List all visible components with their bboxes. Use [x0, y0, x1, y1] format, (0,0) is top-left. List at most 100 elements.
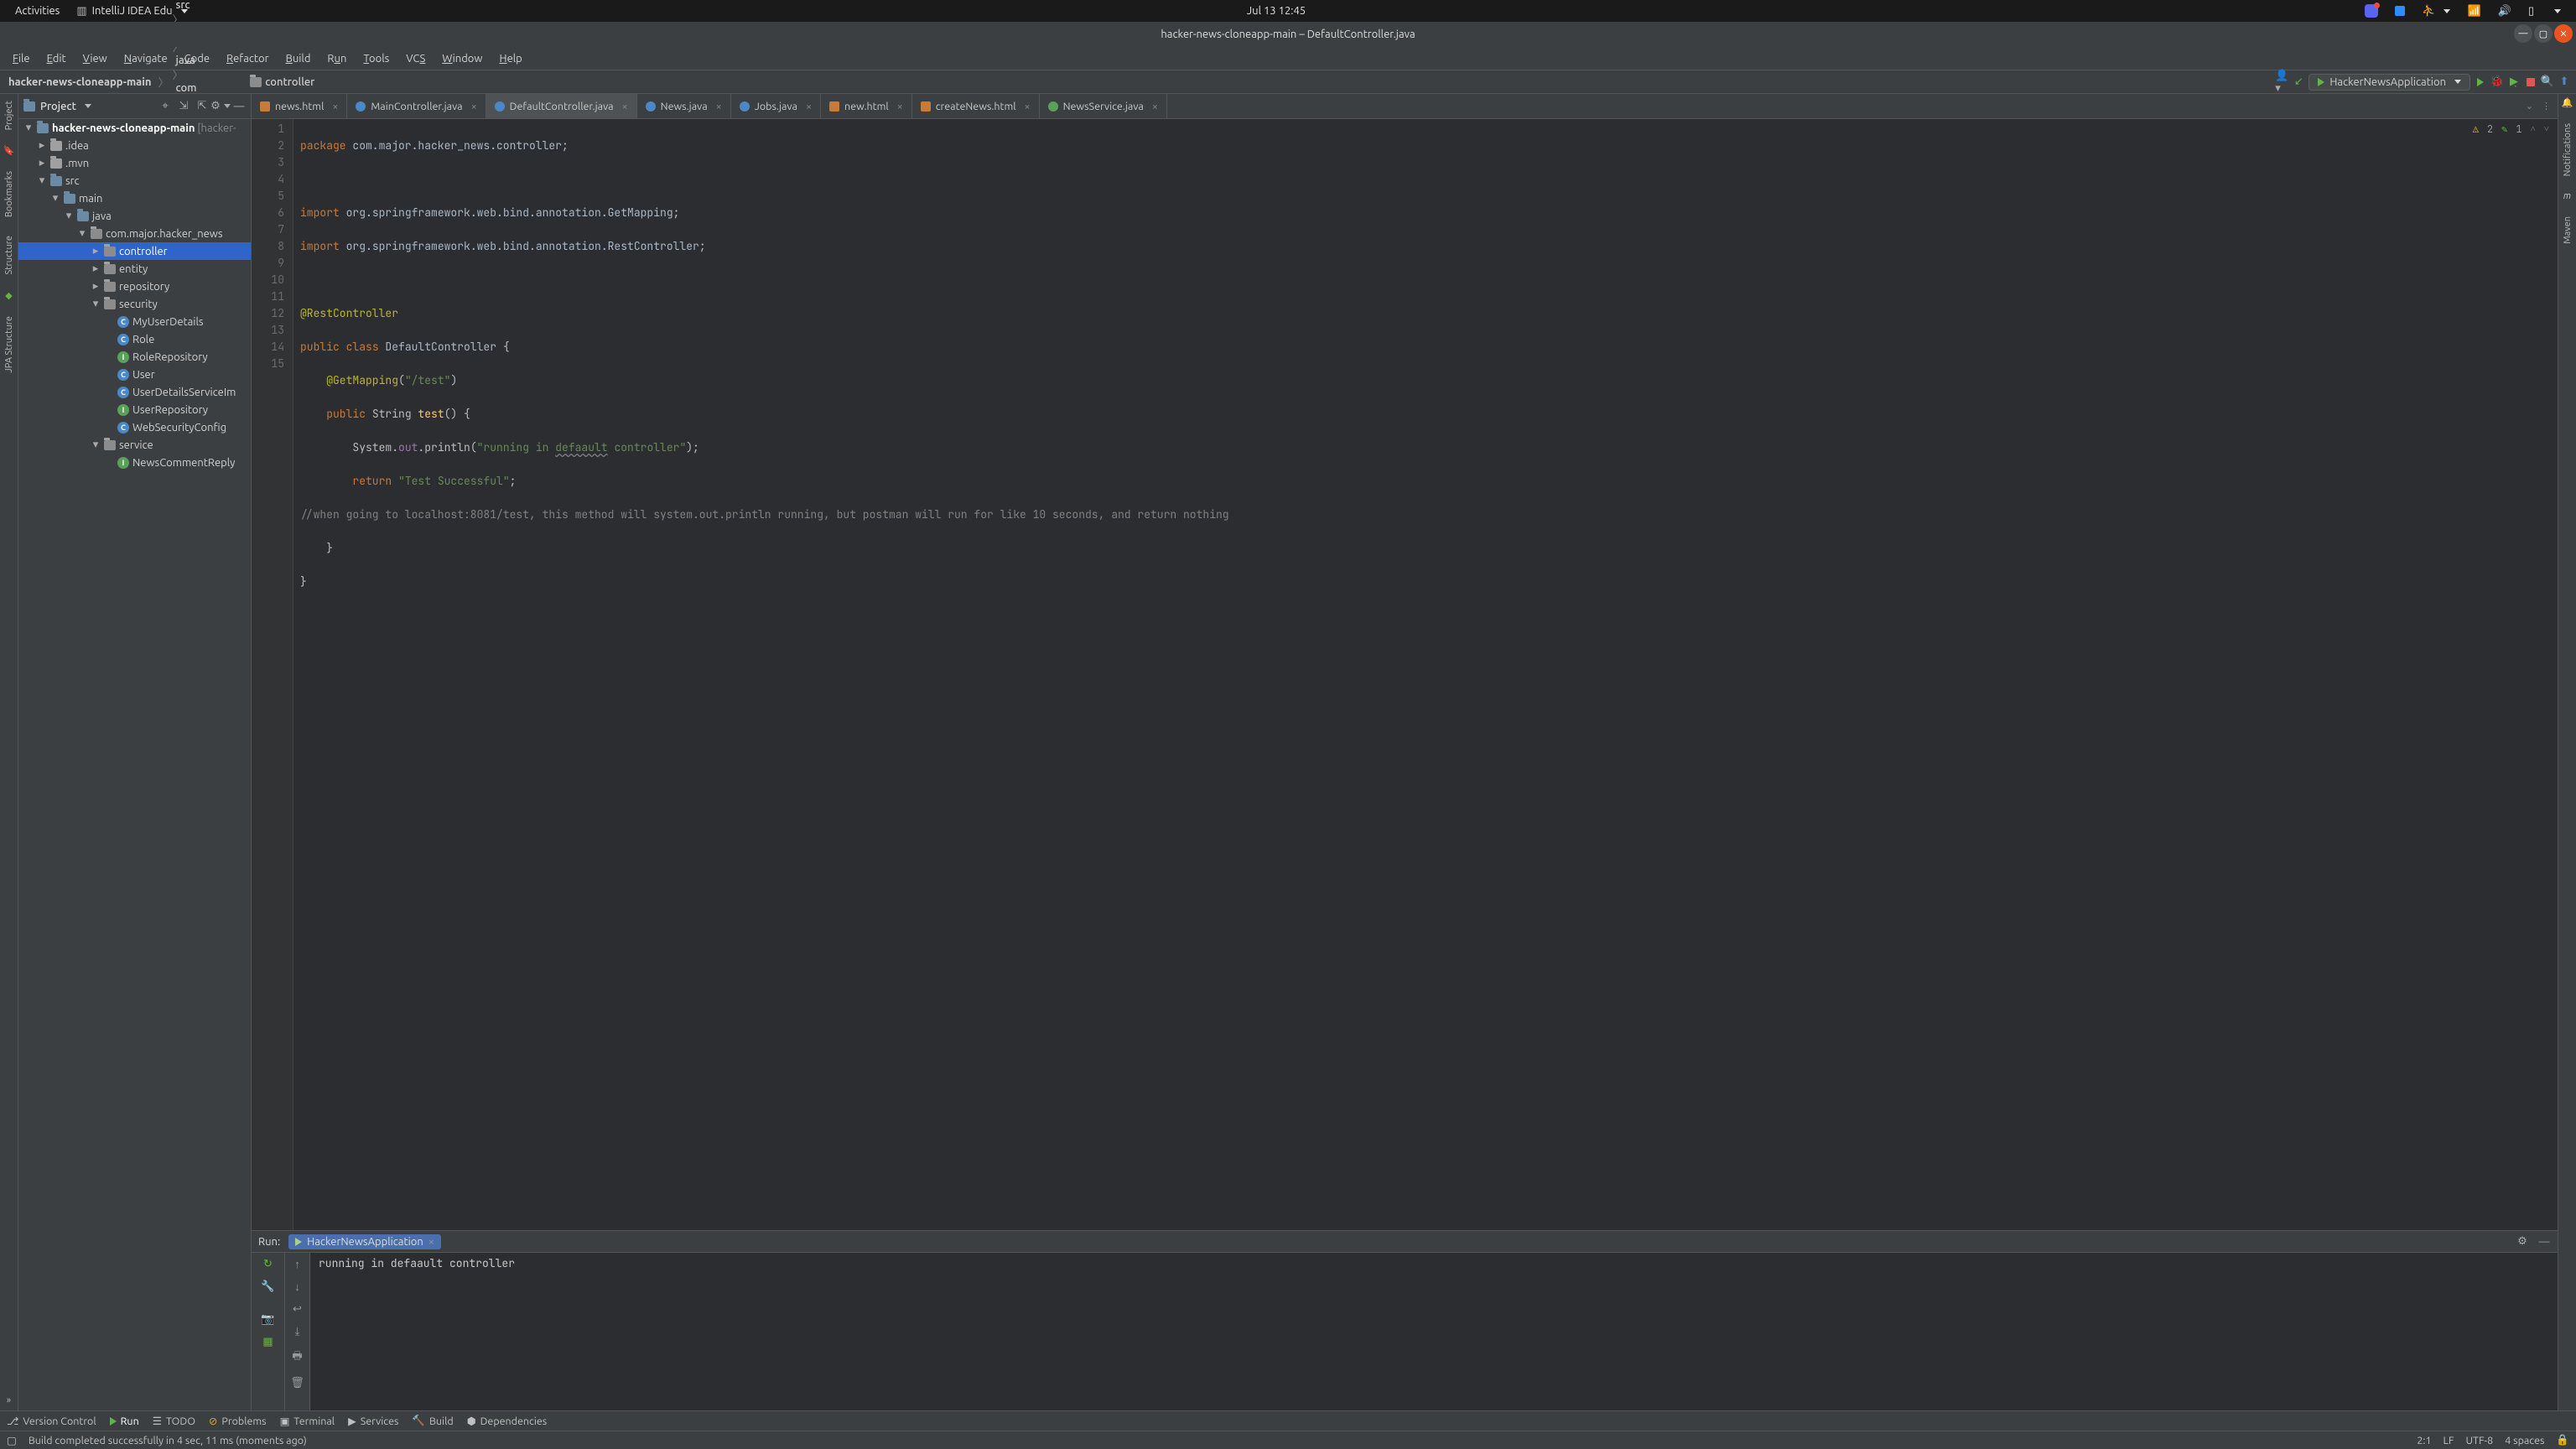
chevron-down-icon[interactable]: ▾ [37, 174, 47, 187]
breadcrumb-part[interactable]: src [172, 0, 243, 11]
tray-zoom-icon[interactable] [2386, 6, 2413, 16]
tool-todo[interactable]: ☰TODO [153, 1415, 195, 1427]
run-settings-icon[interactable]: ⚙ [2516, 1235, 2529, 1249]
close-tab-icon[interactable]: × [716, 101, 722, 112]
tray-battery-icon[interactable]: ▯ [2520, 5, 2542, 18]
tool-problems[interactable]: ⊘Problems [209, 1415, 267, 1427]
tree-row[interactable]: C WebSecurityConfig [18, 418, 251, 436]
inspection-widget[interactable]: ⚠2 ✎1 ˄ ˅ [2473, 122, 2549, 136]
close-tab-icon[interactable]: × [332, 101, 338, 112]
code-editor[interactable]: 123456789101112131415 package com.major.… [252, 119, 2558, 1230]
close-tab-icon[interactable]: × [428, 1236, 434, 1248]
tree-row[interactable]: I UserRepository [18, 401, 251, 418]
breadcrumb-part[interactable]: com [172, 82, 243, 94]
tree-row[interactable]: ▾ src [18, 172, 251, 190]
close-tab-icon[interactable]: × [1152, 101, 1158, 112]
collapse-all-icon[interactable]: ⇱ [195, 100, 209, 113]
select-opened-file-icon[interactable]: ⌖ [158, 100, 172, 113]
tree-row[interactable]: ▸ controller [18, 242, 251, 260]
tree-row[interactable]: ▸ repository [18, 278, 251, 295]
debug-button[interactable]: 🐞 [2490, 75, 2504, 89]
menu-run[interactable]: Run [319, 50, 354, 67]
layout-icon[interactable]: ▦ [262, 1336, 273, 1348]
status-lock-icon[interactable]: 🔒 [2556, 1434, 2569, 1446]
hide-panel-icon[interactable]: — [232, 100, 246, 113]
clear-icon[interactable]: 🗑 [290, 1377, 304, 1389]
prev-highlight-icon[interactable]: ˄ [2531, 123, 2536, 135]
menu-tools[interactable]: Tools [356, 50, 397, 67]
dump-threads-icon[interactable]: 📷 [261, 1313, 274, 1326]
tool-services[interactable]: ▶Services [348, 1415, 398, 1427]
tree-row[interactable]: ▾ security [18, 295, 251, 313]
menu-navigate[interactable]: Navigate [117, 50, 175, 67]
chevron-right-icon[interactable]: ▸ [91, 280, 101, 293]
tray-accessibility-icon[interactable]: ⛹ [2413, 5, 2459, 18]
run-settings2-icon[interactable]: 🔧 [261, 1280, 274, 1293]
hide-run-icon[interactable]: — [2537, 1235, 2551, 1249]
chevron-right-icon[interactable]: ▸ [37, 139, 47, 152]
tree-row[interactable]: ▾ hacker-news-cloneapp-main [hacker- [18, 119, 251, 137]
tray-discord-icon[interactable] [2356, 4, 2386, 18]
status-tool-windows-icon[interactable]: ▢ [7, 1434, 17, 1446]
tool-dependencies[interactable]: ⬢Dependencies [467, 1415, 548, 1427]
tray-system-menu[interactable] [2542, 9, 2569, 13]
tree-row[interactable]: I RoleRepository [18, 348, 251, 366]
tray-network-icon[interactable]: 📶 [2459, 5, 2489, 18]
run-console[interactable]: running in defaault controller [310, 1253, 2558, 1410]
editor-tab[interactable]: createNews.html× [912, 94, 1040, 118]
status-line-sep[interactable]: LF [2444, 1435, 2454, 1446]
menu-help[interactable]: Help [492, 50, 530, 67]
tool-more-icon[interactable]: » [7, 1395, 11, 1405]
tool-build[interactable]: 🔨Build [412, 1415, 453, 1427]
tool-structure[interactable]: Structure [4, 232, 14, 278]
notifications-icon[interactable]: 🔔 [2562, 97, 2573, 108]
tree-row[interactable]: ▸ .mvn [18, 154, 251, 172]
editor-content[interactable]: package com.major.hacker_news.controller… [293, 119, 2558, 1230]
chevron-right-icon[interactable]: ▸ [91, 245, 101, 257]
editor-tab[interactable]: MainController.java× [347, 94, 486, 118]
tree-row[interactable]: ▾ com.major.hacker_news [18, 225, 251, 242]
maximize-button[interactable]: ▢ [2534, 24, 2553, 43]
tool-run[interactable]: Run [110, 1415, 139, 1427]
tool-jpa-icon[interactable]: ◆ [5, 290, 12, 301]
breadcrumb-last[interactable]: controller [247, 76, 318, 88]
tree-row[interactable]: C User [18, 366, 251, 383]
tree-row[interactable]: I NewsCommentReply [18, 454, 251, 471]
minimize-button[interactable]: — [2514, 24, 2532, 43]
vcs-update-icon[interactable]: ↙ [2292, 75, 2305, 89]
expand-all-icon[interactable]: ⇲ [177, 100, 190, 113]
tool-project[interactable]: Project [4, 97, 14, 133]
status-caret-pos[interactable]: 2:1 [2417, 1435, 2431, 1446]
tree-row[interactable]: ▾ service [18, 436, 251, 454]
menu-edit[interactable]: Edit [39, 50, 74, 67]
editor-tab[interactable]: News.java× [637, 94, 731, 118]
settings-icon[interactable]: ⚙ [214, 100, 227, 113]
project-tree[interactable]: ▾ hacker-news-cloneapp-main [hacker-▸ .i… [18, 119, 251, 1410]
editor-tab[interactable]: Jobs.java× [731, 94, 821, 118]
editor-tab[interactable]: new.html× [821, 94, 912, 118]
run-config-selector[interactable]: HackerNewsApplication [2309, 74, 2470, 91]
status-encoding[interactable]: UTF-8 [2465, 1435, 2493, 1446]
tray-volume-icon[interactable]: 🔊 [2490, 5, 2520, 18]
tool-version-control[interactable]: ⎇Version Control [7, 1415, 96, 1427]
close-tab-icon[interactable]: × [622, 101, 628, 112]
run-tab[interactable]: HackerNewsApplication × [288, 1234, 441, 1249]
maven-icon[interactable]: m [2563, 191, 2571, 201]
tool-jpa[interactable]: JPA Structure [4, 313, 14, 377]
search-everywhere-button[interactable]: 🔍 [2541, 75, 2554, 89]
tabs-more-icon[interactable]: ⋮ [2542, 101, 2551, 112]
run-button[interactable] [2474, 75, 2487, 89]
stop-button[interactable] [2524, 75, 2537, 89]
activities-button[interactable]: Activities [7, 5, 68, 17]
menu-file[interactable]: FFileile [5, 50, 38, 67]
menu-build[interactable]: Build [278, 50, 319, 67]
menu-vcs[interactable]: VCS [398, 50, 433, 67]
breadcrumb-part[interactable]: java [172, 55, 243, 66]
tool-terminal[interactable]: ▣Terminal [280, 1415, 335, 1427]
tree-row[interactable]: C Role [18, 330, 251, 348]
tree-row[interactable]: ▾ java [18, 207, 251, 225]
tree-row[interactable]: C UserDetailsServiceIm [18, 383, 251, 401]
chevron-down-icon[interactable]: ▾ [77, 227, 87, 240]
status-indent[interactable]: 4 spaces [2505, 1435, 2544, 1446]
menu-window[interactable]: Window [434, 50, 490, 67]
